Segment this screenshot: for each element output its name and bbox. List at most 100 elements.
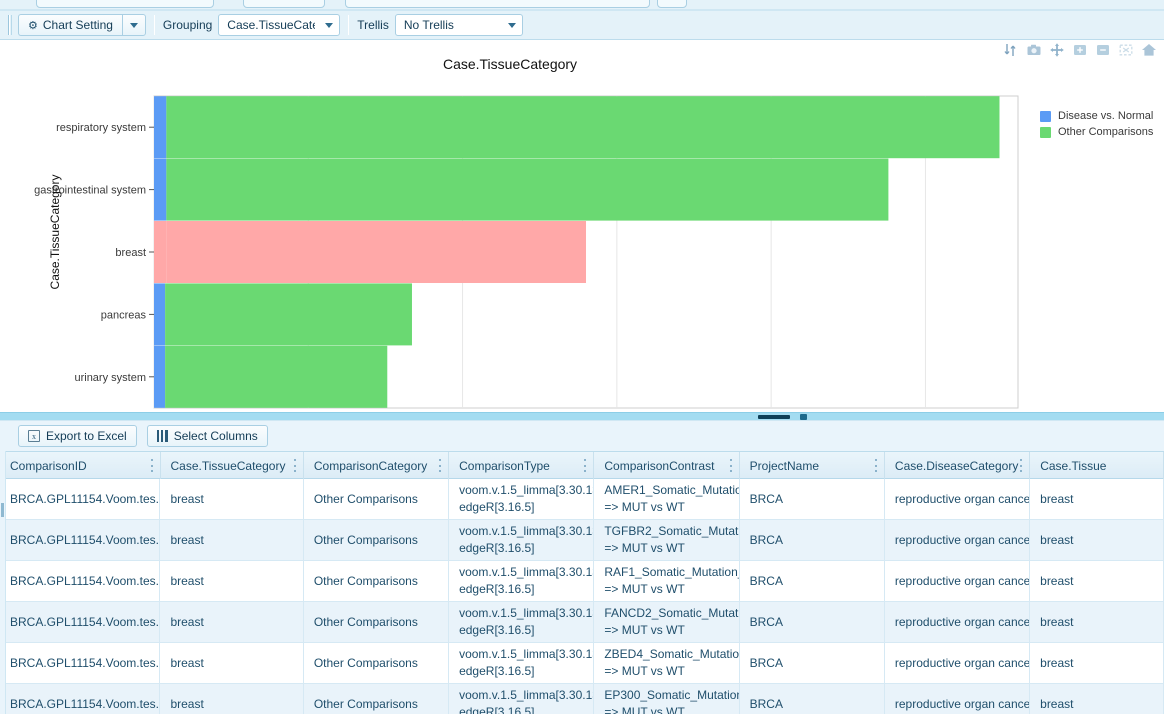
cell-line-2: edgeR[3.16.5] (459, 663, 534, 680)
cell-text: breast (1040, 656, 1073, 670)
table-cell-comparisontype[interactable]: voom.v.1.5_limma[3.30.13];edgeR[3.16.5] (449, 643, 594, 683)
table-row[interactable]: BRCA.GPL11154.Voom.tes... breast Other Com… (0, 479, 1164, 520)
table-cell-diseasecategory[interactable]: reproductive organ cancer (885, 643, 1030, 683)
bar-segment-other-comparisons (166, 96, 999, 158)
table-row[interactable]: BRCA.GPL11154.Voom.tes...breastOther Com… (0, 561, 1164, 602)
grid-body[interactable]: BRCA.GPL11154.Voom.tes...breastOther Com… (0, 479, 1164, 714)
column-header[interactable]: ComparisonType (449, 452, 594, 479)
table-cell-tissue[interactable]: breast (1030, 643, 1164, 683)
column-header[interactable]: ComparisonContrast (594, 452, 739, 479)
table-cell-comparisoncategory[interactable]: Other Comparisons (304, 479, 449, 519)
column-menu-icon[interactable] (875, 459, 878, 472)
cell-text: Other Comparisons (314, 574, 418, 588)
grouping-select[interactable]: Case.TissueCateg... (218, 14, 340, 36)
splitter-handle[interactable] (758, 415, 790, 419)
cell-line-1: TGFBR2_Somatic_Mutatio... (604, 523, 739, 540)
gear-icon: ⚙ (28, 19, 38, 32)
column-menu-icon[interactable] (584, 459, 587, 472)
column-header[interactable]: Case.TissueCategory (161, 452, 304, 479)
table-cell-comparisoncategory[interactable]: Other Comparisons (304, 561, 449, 601)
column-menu-icon[interactable] (294, 459, 297, 472)
table-cell-projectname[interactable]: BRCA (740, 602, 885, 642)
table-cell-comparisonid[interactable]: BRCA.GPL11154.Voom.tes... (0, 520, 160, 560)
table-cell-comparisoncontrast[interactable]: ZBED4_Somatic_Mutation...=> MUT vs WT (594, 643, 739, 683)
table-cell-projectname[interactable]: BRCA (740, 684, 885, 714)
column-header[interactable]: ComparisonCategory (304, 452, 449, 479)
table-cell-diseasecategory[interactable]: reproductive organ cancer (885, 602, 1030, 642)
table-cell-tissue[interactable]: breast (1030, 561, 1164, 601)
table-cell-comparisoncategory[interactable]: Other Comparisons (304, 684, 449, 714)
table-cell-projectname[interactable]: BRCA (740, 479, 885, 519)
cell-line-1: RAF1_Somatic_Mutation_[... (604, 564, 739, 581)
table-cell-comparisonid[interactable]: BRCA.GPL11154.Voom.tes... (0, 684, 160, 714)
table-cell-tissuecategory[interactable]: breast (160, 561, 303, 601)
plot-area[interactable]: respiratory systemgastrointestinal syste… (0, 40, 1164, 412)
table-cell-tissuecategory[interactable]: breast (160, 602, 303, 642)
table-cell-tissue[interactable]: breast (1030, 684, 1164, 714)
table-cell-tissuecategory[interactable]: breast (160, 520, 303, 560)
chart-setting-split-button[interactable]: ⚙ Chart Setting (18, 14, 146, 36)
table-cell-comparisoncategory[interactable]: Other Comparisons (304, 520, 449, 560)
table-cell-comparisontype[interactable]: voom.v.1.5_limma[3.30.13];edgeR[3.16.5] (449, 520, 594, 560)
table-cell-tissue[interactable]: breast (1030, 520, 1164, 560)
column-menu-icon[interactable] (730, 459, 733, 472)
column-menu-icon[interactable] (439, 459, 442, 472)
panel-splitter[interactable] (0, 412, 1164, 420)
table-cell-comparisonid[interactable]: BRCA.GPL11154.Voom.tes... (0, 643, 160, 683)
table-cell-tissuecategory[interactable]: breast (160, 643, 303, 683)
legend-item[interactable]: Other Comparisons (1040, 124, 1153, 140)
column-menu-icon[interactable] (151, 459, 154, 472)
table-row[interactable]: BRCA.GPL11154.Voom.tes... breast Other Com… (0, 684, 1164, 714)
column-header[interactable]: Case.Tissue (1030, 452, 1164, 479)
chart-setting-dropdown-button[interactable] (122, 14, 146, 36)
select-columns-button[interactable]: Select Columns (147, 425, 268, 447)
table-cell-comparisoncontrast[interactable]: TGFBR2_Somatic_Mutatio...=> MUT vs WT (594, 520, 739, 560)
table-cell-diseasecategory[interactable]: reproductive organ cancer (885, 479, 1030, 519)
table-row[interactable]: BRCA.GPL11154.Voom.tes...breastOther Com… (0, 602, 1164, 643)
table-cell-diseasecategory[interactable]: reproductive organ cancer (885, 684, 1030, 714)
legend-label: Disease vs. Normal (1058, 110, 1153, 122)
table-cell-comparisontype[interactable]: voom.v.1.5_limma[3.30.13];edgeR[3.16.5] (449, 684, 594, 714)
table-cell-tissuecategory[interactable]: breast (160, 684, 303, 714)
table-cell-comparisontype[interactable]: voom.v.1.5_limma[3.30.13];edgeR[3.16.5] (449, 602, 594, 642)
legend-item[interactable]: Disease vs. Normal (1040, 108, 1153, 124)
table-cell-diseasecategory[interactable]: reproductive organ cancer (885, 561, 1030, 601)
cell-line-1: voom.v.1.5_limma[3.30.13]; (459, 646, 594, 663)
cell-text: breast (170, 492, 203, 506)
table-cell-comparisonid[interactable]: BRCA.GPL11154.Voom.tes... (0, 561, 160, 601)
column-header[interactable]: ProjectName (740, 452, 885, 479)
column-menu-icon[interactable] (1020, 459, 1023, 472)
cell-line-2: edgeR[3.16.5] (459, 540, 534, 557)
grid-toolbar: x Export to Excel Select Columns (0, 421, 1164, 451)
cell-text: breast (170, 697, 203, 711)
column-header[interactable]: Case.DiseaseCategory (885, 452, 1030, 479)
export-to-excel-button[interactable]: x Export to Excel (18, 425, 137, 447)
table-cell-comparisoncategory[interactable]: Other Comparisons (304, 643, 449, 683)
table-row[interactable]: BRCA.GPL11154.Voom.tes...breastOther Com… (0, 520, 1164, 561)
toolbar-drag-handle[interactable] (8, 15, 13, 35)
table-cell-tissue[interactable]: breast (1030, 602, 1164, 642)
table-cell-comparisoncategory[interactable]: Other Comparisons (304, 602, 449, 642)
cell-line-2: => MUT vs WT (604, 581, 684, 598)
table-cell-comparisoncontrast[interactable]: RAF1_Somatic_Mutation_[...=> MUT vs WT (594, 561, 739, 601)
table-cell-comparisontype[interactable]: voom.v.1.5_limma[3.30.13];edgeR[3.16.5] (449, 479, 594, 519)
table-cell-comparisoncontrast[interactable]: FANCD2_Somatic_Mutatio...=> MUT vs WT (594, 602, 739, 642)
table-cell-tissuecategory[interactable]: breast (160, 479, 303, 519)
table-cell-comparisoncontrast[interactable]: EP300_Somatic_Mutation...=> MUT vs WT (594, 684, 739, 714)
column-header[interactable]: ComparisonID (0, 452, 161, 479)
chart-legend[interactable]: Disease vs. Normal Other Comparisons (1040, 108, 1153, 140)
bar-chart-svg[interactable]: respiratory systemgastrointestinal syste… (0, 40, 1164, 412)
table-cell-diseasecategory[interactable]: reproductive organ cancer (885, 520, 1030, 560)
table-cell-comparisonid[interactable]: BRCA.GPL11154.Voom.tes... (0, 479, 160, 519)
chart-setting-button[interactable]: ⚙ Chart Setting (18, 14, 122, 36)
table-cell-projectname[interactable]: BRCA (740, 561, 885, 601)
table-cell-comparisonid[interactable]: BRCA.GPL11154.Voom.tes... (0, 602, 160, 642)
table-cell-projectname[interactable]: BRCA (740, 643, 885, 683)
chevron-down-icon (325, 23, 333, 28)
trellis-select[interactable]: No Trellis (395, 14, 523, 36)
table-cell-comparisoncontrast[interactable]: AMER1_Somatic_Mutation...=> MUT vs WT (594, 479, 739, 519)
table-row[interactable]: BRCA.GPL11154.Voom.tes...breastOther Com… (0, 643, 1164, 684)
table-cell-comparisontype[interactable]: voom.v.1.5_limma[3.30.13];edgeR[3.16.5] (449, 561, 594, 601)
table-cell-projectname[interactable]: BRCA (740, 520, 885, 560)
table-cell-tissue[interactable]: breast (1030, 479, 1164, 519)
